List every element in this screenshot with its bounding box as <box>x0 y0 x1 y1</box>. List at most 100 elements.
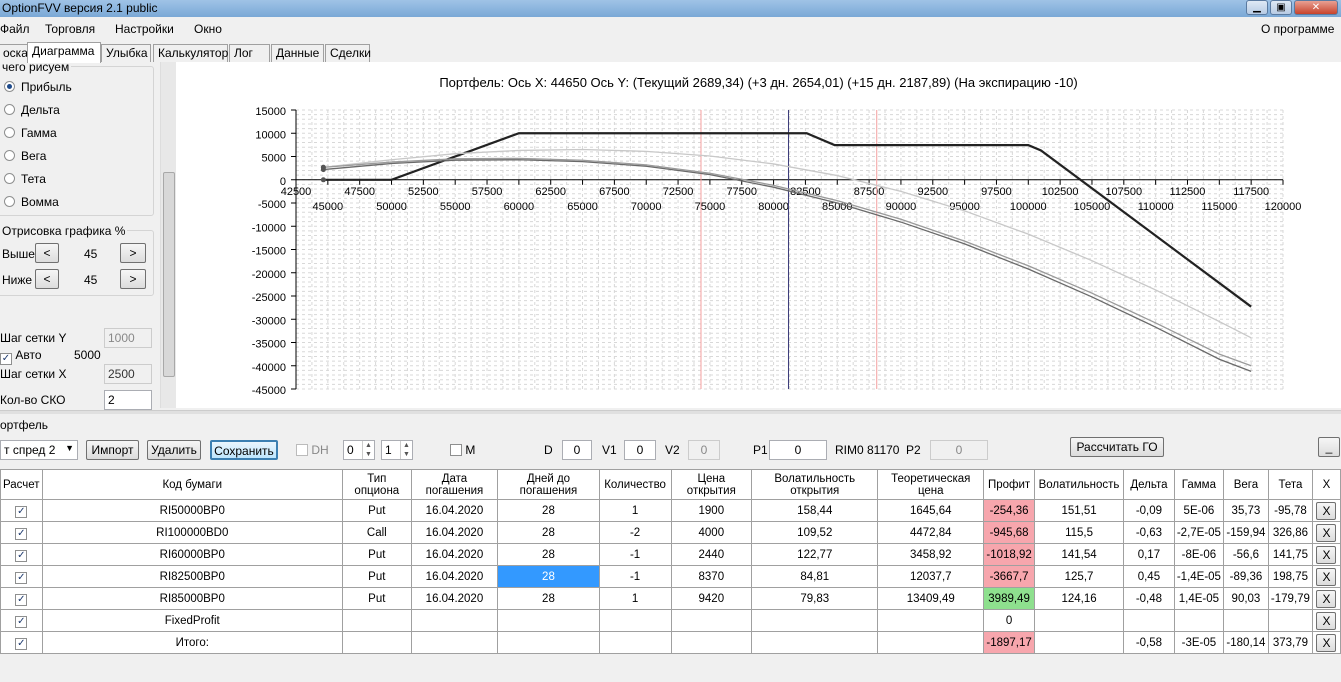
collapse-button[interactable]: _ <box>1318 437 1340 457</box>
vega-cell[interactable]: -89,36 <box>1222 565 1269 588</box>
open-vol-cell[interactable]: 158,44 <box>751 499 879 522</box>
open-price-cell[interactable]: 9420 <box>670 587 753 610</box>
theo-price-cell[interactable]: 13409,49 <box>877 587 985 610</box>
tab-diagram[interactable]: Диаграмма <box>27 42 101 63</box>
delete-row-button[interactable]: X <box>1316 611 1337 630</box>
tab-log[interactable]: Лог <box>229 44 270 62</box>
open-vol-cell[interactable]: 79,83 <box>751 587 879 610</box>
vega-cell[interactable]: 35,73 <box>1222 499 1269 522</box>
theo-price-cell[interactable]: 4472,84 <box>877 521 985 544</box>
col-vol[interactable]: Волатильность <box>1034 469 1124 500</box>
menu-window[interactable]: Окно <box>194 22 222 36</box>
theta-cell[interactable]: 141,75 <box>1267 543 1313 566</box>
table-row[interactable]: ✓ RI50000BP0 Put 16.04.2020 28 1 1900 158,44 164… <box>0 499 1341 522</box>
expiry-cell[interactable]: 16.04.2020 <box>410 499 499 522</box>
qty-cell[interactable]: -1 <box>598 543 672 566</box>
open-price-cell[interactable]: 1900 <box>670 499 753 522</box>
col-theta[interactable]: Тета <box>1267 469 1313 500</box>
expiry-cell[interactable]: 16.04.2020 <box>410 587 499 610</box>
expiry-cell[interactable]: 16.04.2020 <box>410 565 499 588</box>
qty-cell[interactable]: 1 <box>598 587 672 610</box>
open-vol-cell[interactable]: 109,52 <box>751 521 879 544</box>
theta-cell[interactable]: -179,79 <box>1267 587 1313 610</box>
profit-cell[interactable]: -1018,92 <box>983 543 1036 566</box>
m-checkbox[interactable]: M <box>450 443 475 457</box>
maximize-window-button[interactable]: ▣ <box>1270 0 1292 15</box>
open-vol-cell[interactable]: 84,81 <box>751 565 879 588</box>
theta-cell[interactable]: 198,75 <box>1267 565 1313 588</box>
menu-settings[interactable]: Настройки <box>115 22 174 36</box>
gamma-cell[interactable]: 1,4E-05 <box>1173 587 1224 610</box>
delete-row-button[interactable]: X <box>1316 523 1337 542</box>
tab-data[interactable]: Данные <box>271 44 324 62</box>
calc-checkbox[interactable]: ✓ <box>0 587 43 610</box>
open-price-cell[interactable]: 4000 <box>670 521 753 544</box>
vega-cell[interactable]: -159,94 <box>1222 521 1269 544</box>
tab-smile[interactable]: Улыбка <box>101 44 151 62</box>
v2-input[interactable]: 0 <box>688 440 720 460</box>
dh-checkbox[interactable]: DH <box>296 443 329 457</box>
calculate-go-button[interactable]: Рассчитать ГО <box>1070 437 1164 457</box>
dh-spin-1[interactable]: 0 ▲ ▼ <box>343 440 375 460</box>
col-open-vol[interactable]: Волатильность открытия <box>751 469 879 500</box>
type-cell[interactable]: Put <box>341 565 412 588</box>
table-row[interactable]: ✓ RI100000BD0 Call 16.04.2020 28 -2 4000 109,52… <box>0 521 1341 544</box>
theta-cell[interactable]: -95,78 <box>1267 499 1313 522</box>
menu-file[interactable]: Файл <box>0 22 30 36</box>
days-cell[interactable]: 28 <box>497 565 600 588</box>
calc-checkbox[interactable]: ✓ <box>0 565 43 588</box>
vol-cell[interactable]: 124,16 <box>1034 587 1124 610</box>
below-next-button[interactable]: > <box>120 269 146 289</box>
panel-splitter[interactable] <box>0 410 1341 414</box>
qty-cell[interactable]: 1 <box>598 499 672 522</box>
fixed-profit-value[interactable]: 0 <box>983 609 1036 632</box>
dh-spin-2[interactable]: 1 ▲ ▼ <box>381 440 413 460</box>
theo-price-cell[interactable]: 1645,64 <box>877 499 985 522</box>
code-cell[interactable]: RI82500BP0 <box>41 565 343 588</box>
table-row[interactable]: ✓ RI82500BP0 Put 16.04.2020 28 -1 8370 84,81 120… <box>0 565 1341 588</box>
calc-checkbox[interactable]: ✓ <box>0 543 43 566</box>
gamma-cell[interactable]: -8E-06 <box>1173 543 1224 566</box>
theo-price-cell[interactable]: 12037,7 <box>877 565 985 588</box>
days-cell[interactable]: 28 <box>497 521 600 544</box>
p1-input[interactable]: 0 <box>769 440 827 460</box>
delta-cell[interactable]: -0,09 <box>1123 499 1175 522</box>
scrollbar-thumb[interactable] <box>163 172 175 377</box>
total-row[interactable]: ✓ Итого: -1897,17 -0,58 -3E-05 -180,14 373,79 X <box>0 631 1341 654</box>
theo-price-cell[interactable]: 3458,92 <box>877 543 985 566</box>
calc-checkbox[interactable]: ✓ <box>0 631 43 654</box>
vega-cell[interactable]: -56,6 <box>1222 543 1269 566</box>
profit-cell[interactable]: -3667,7 <box>983 565 1036 588</box>
portfolio-select[interactable]: т спред 2 ▼ <box>0 440 78 460</box>
gamma-cell[interactable]: -2,7E-05 <box>1173 521 1224 544</box>
payoff-chart[interactable]: 15000 10000 50000 -5000 -10000 -15000 -20000 -2… <box>176 62 1341 408</box>
delete-button[interactable]: Удалить <box>147 440 201 460</box>
p2-input[interactable]: 0 <box>930 440 988 460</box>
theta-cell[interactable]: 326,86 <box>1267 521 1313 544</box>
col-expiry[interactable]: Дата погашения <box>410 469 499 500</box>
vol-cell[interactable]: 141,54 <box>1034 543 1124 566</box>
col-days[interactable]: Дней до погашения <box>497 469 600 500</box>
vega-cell[interactable]: 90,03 <box>1222 587 1269 610</box>
expiry-cell[interactable]: 16.04.2020 <box>410 521 499 544</box>
col-delta[interactable]: Дельта <box>1123 469 1175 500</box>
radio-gamma[interactable]: Гамма <box>4 126 57 140</box>
radio-delta[interactable]: Дельта <box>4 103 60 117</box>
profit-cell[interactable]: -254,36 <box>983 499 1036 522</box>
col-open-price[interactable]: Цена открытия <box>670 469 753 500</box>
vol-cell[interactable]: 125,7 <box>1034 565 1124 588</box>
delete-row-button[interactable]: X <box>1316 633 1337 652</box>
code-cell[interactable]: RI60000BP0 <box>41 543 343 566</box>
gamma-cell[interactable]: -1,4E-05 <box>1173 565 1224 588</box>
vol-cell[interactable]: 151,51 <box>1034 499 1124 522</box>
days-cell[interactable]: 28 <box>497 499 600 522</box>
above-next-button[interactable]: > <box>120 243 146 263</box>
calc-checkbox[interactable]: ✓ <box>0 521 43 544</box>
fixed-profit-row[interactable]: ✓ FixedProfit 0 X <box>0 609 1341 632</box>
expiry-cell[interactable]: 16.04.2020 <box>410 543 499 566</box>
col-qty[interactable]: Количество <box>598 469 672 500</box>
code-cell[interactable]: RI85000BP0 <box>41 587 343 610</box>
above-prev-button[interactable]: < <box>35 243 59 263</box>
menu-trade[interactable]: Торговля <box>45 22 95 36</box>
menu-about[interactable]: О программе <box>1261 22 1334 36</box>
